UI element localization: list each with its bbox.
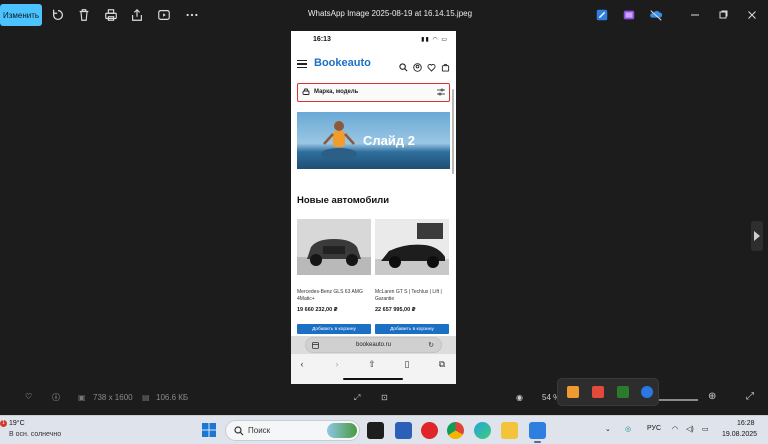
edge-icon[interactable] — [474, 422, 491, 439]
page-scrollbar — [452, 89, 454, 174]
forward-icon[interactable]: › — [332, 359, 342, 369]
search-highlight-image — [327, 423, 357, 438]
product-card[interactable]: Mercedes-Benz GLS 63 AMG 4Matic+ 19 660 … — [297, 219, 371, 334]
maximize-icon[interactable] — [716, 8, 730, 22]
bookmarks-icon[interactable]: ▯ — [402, 359, 412, 369]
add-to-cart-button[interactable]: Добавить в корзину — [375, 324, 449, 334]
actual-size-icon[interactable]: ⊡ — [381, 393, 388, 402]
weather-description[interactable]: В осн. солнечно — [9, 431, 61, 438]
tray-overflow-popup — [557, 378, 659, 406]
title-bar: Изменить WhatsApp Image 2025-08-19 at 16… — [0, 0, 768, 30]
banner-text: Слайд 2 — [363, 133, 415, 148]
rotate-icon[interactable] — [50, 7, 66, 23]
browser-address-bar[interactable]: bookeauto.ru ↻ — [291, 336, 456, 354]
reload-icon[interactable]: ↻ — [428, 341, 434, 349]
car-icon — [302, 88, 310, 95]
folder-icon[interactable] — [501, 422, 518, 439]
chevron-up-icon[interactable]: ⌄ — [605, 425, 611, 433]
word-icon[interactable] — [395, 422, 412, 439]
search-label: Поиск — [248, 426, 271, 435]
favorites-icon[interactable] — [427, 59, 436, 72]
menu-icon[interactable] — [297, 60, 307, 69]
clock-time[interactable]: 16:28 — [737, 420, 755, 427]
share-icon[interactable] — [129, 7, 145, 23]
next-image-button[interactable] — [751, 221, 763, 251]
search-icon[interactable] — [399, 59, 408, 72]
weather-temperature[interactable]: 19°C — [9, 420, 25, 427]
window-title: WhatsApp Image 2025-08-19 at 16.14.15.jp… — [307, 9, 473, 18]
nvidia-icon[interactable] — [617, 386, 629, 398]
slideshow-icon[interactable] — [156, 7, 172, 23]
product-name: McLaren GT S | Techlux | Lift | Garantie — [375, 289, 442, 302]
resolution-icon: ▣ — [78, 393, 86, 402]
volume-icon[interactable]: ◁) — [686, 425, 694, 433]
section-title: Новые автомобили — [297, 195, 390, 206]
taskbar: 1 19°C В осн. солнечно Поиск ⌄ ◎ РУС ◠ ◁… — [0, 415, 768, 444]
site-header: Bookeauto — [291, 54, 456, 74]
favorite-icon[interactable]: ♡ — [25, 392, 32, 401]
back-icon[interactable]: ‹ — [297, 359, 307, 369]
car-photo — [297, 219, 371, 275]
chrome-icon[interactable] — [447, 422, 464, 439]
language-indicator[interactable]: РУС — [647, 425, 661, 432]
displayed-image: 16:13 ▮▮ ◠ ▭ Bookeauto Марка, модель Сла… — [291, 31, 456, 384]
minimize-icon[interactable] — [688, 8, 702, 22]
taskbar-search[interactable]: Поиск — [225, 420, 360, 441]
phone-status-bar: 16:13 ▮▮ ◠ ▭ — [291, 31, 456, 51]
home-indicator — [343, 378, 403, 380]
product-price: 22 657 995,00 ₽ — [375, 307, 416, 313]
site-logo[interactable]: Bookeauto — [314, 57, 371, 69]
close-icon[interactable] — [745, 8, 759, 22]
cursor-app-icon[interactable] — [567, 386, 579, 398]
battery-icon[interactable]: ▭ — [702, 425, 709, 433]
screenshot-icon[interactable]: ◉ — [516, 393, 523, 402]
file-size: 106.6 КБ — [156, 393, 189, 402]
file-size-icon: ▤ — [142, 393, 150, 402]
red-app-icon[interactable] — [592, 386, 604, 398]
signal-wifi-battery-icon: ▮▮ ◠ ▭ — [421, 37, 448, 43]
info-icon[interactable]: ⓘ — [52, 392, 60, 403]
cart-icon[interactable] — [441, 59, 450, 72]
chevron-right-icon — [754, 231, 760, 241]
account-icon[interactable] — [413, 59, 422, 72]
product-name: Mercedes-Benz GLS 63 AMG 4Matic+ — [297, 289, 363, 302]
share-page-icon[interactable]: ⇧ — [367, 359, 377, 369]
weather-badge: 1 — [0, 420, 7, 427]
product-card[interactable]: McLaren GT S | Techlux | Lift | Garantie… — [375, 219, 449, 334]
phone-time: 16:13 — [313, 36, 331, 43]
bluetooth-icon[interactable] — [641, 386, 653, 398]
filter-icon[interactable] — [437, 88, 445, 96]
photos-app-icon[interactable] — [529, 422, 546, 443]
product-price: 19 660 232,00 ₽ — [297, 307, 338, 313]
wifi-icon[interactable]: ◠ — [672, 425, 678, 433]
file-manager-icon[interactable] — [367, 422, 384, 439]
fit-to-window-icon[interactable]: ⤢ — [354, 393, 360, 403]
car-photo — [375, 219, 449, 275]
add-to-cart-button[interactable]: Добавить в корзину — [297, 324, 371, 334]
yoga-person-image — [321, 121, 357, 160]
paint-app-icon[interactable] — [594, 7, 610, 23]
search-placeholder: Марка, модель — [314, 89, 359, 95]
more-icon[interactable] — [184, 7, 200, 23]
print-icon[interactable] — [103, 7, 119, 23]
delete-icon[interactable] — [76, 7, 92, 23]
search-icon — [234, 426, 244, 436]
opera-icon[interactable] — [421, 422, 438, 439]
image-resolution: 738 x 1600 — [93, 393, 133, 402]
promo-banner[interactable]: Слайд 2 — [297, 112, 450, 169]
clock-date[interactable]: 19.08.2025 — [722, 431, 757, 438]
fullscreen-icon[interactable]: ⤢ — [746, 391, 754, 402]
page-url: bookeauto.ru — [355, 342, 392, 348]
car-search-input[interactable]: Марка, модель — [297, 83, 450, 102]
tray-app-icon[interactable]: ◎ — [625, 425, 631, 433]
windows-start-icon[interactable] — [202, 423, 216, 437]
onedrive-offline-icon[interactable] — [648, 7, 664, 23]
zoom-in-icon[interactable]: ⊕ — [708, 391, 716, 402]
clipchamp-icon[interactable] — [621, 7, 637, 23]
edit-button[interactable]: Изменить — [0, 4, 42, 26]
tabs-icon[interactable]: ⧉ — [437, 359, 447, 369]
